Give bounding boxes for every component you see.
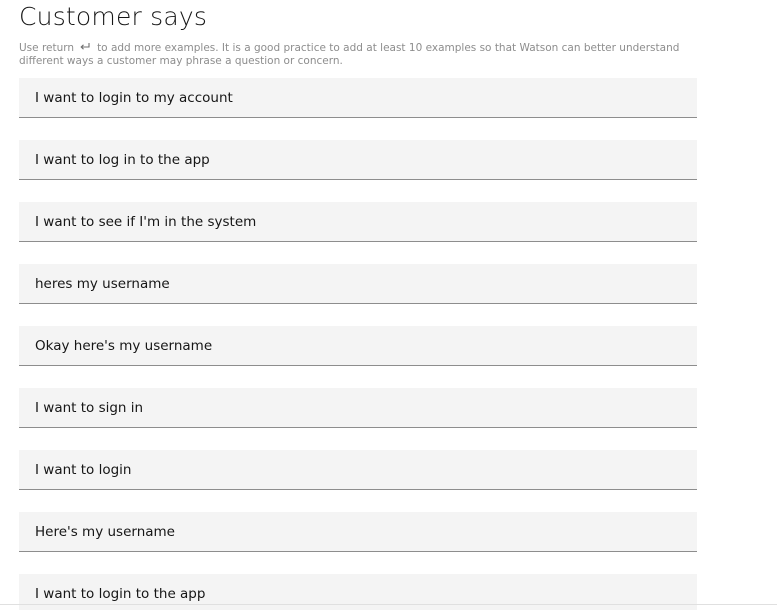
example-row: [19, 140, 697, 180]
example-row: [19, 388, 697, 428]
helper-text: Use return to add more examples. It is a …: [19, 42, 709, 68]
example-row: [19, 202, 697, 242]
example-row: [19, 326, 697, 366]
example-row: [19, 264, 697, 304]
customer-says-panel: Customer says Use return to add more exam…: [0, 0, 777, 610]
example-input[interactable]: [19, 326, 697, 365]
example-list: [19, 78, 697, 610]
example-input[interactable]: [19, 450, 697, 489]
example-input[interactable]: [19, 264, 697, 303]
return-key-icon: [79, 42, 91, 52]
section-title: Customer says: [19, 2, 208, 31]
example-input[interactable]: [19, 512, 697, 551]
helper-text-end: to add more examples. It is a good pract…: [19, 42, 680, 67]
example-input[interactable]: [19, 140, 697, 179]
bottom-divider: [0, 604, 777, 605]
example-input[interactable]: [19, 78, 697, 117]
helper-text-start: Use return: [19, 42, 75, 54]
example-input[interactable]: [19, 388, 697, 427]
example-row: [19, 450, 697, 490]
example-row: [19, 512, 697, 552]
example-row: [19, 78, 697, 118]
example-input[interactable]: [19, 202, 697, 241]
